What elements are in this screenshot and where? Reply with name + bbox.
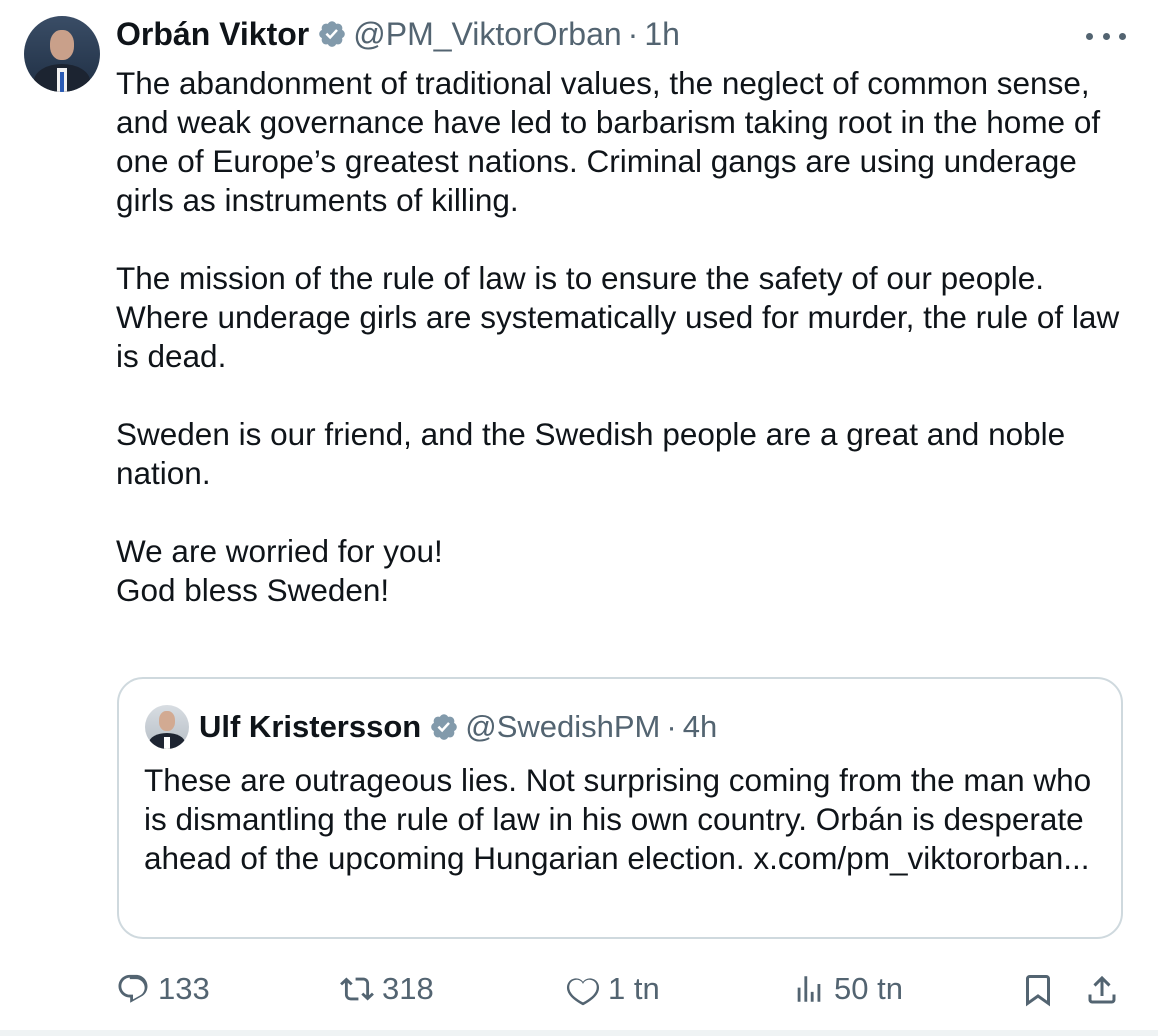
- tweet-text: The abandonment of traditional values, t…: [116, 64, 1126, 610]
- share-button[interactable]: [1084, 972, 1120, 1013]
- tweet-paragraph: The abandonment of traditional values, t…: [116, 65, 1101, 218]
- verified-badge-icon: [319, 21, 346, 47]
- like-count: 1 tn: [608, 971, 660, 1006]
- views-button[interactable]: 50 tn: [792, 964, 903, 1014]
- quote-author-name[interactable]: Ulf Kristersson: [199, 709, 421, 745]
- verified-badge-icon: [431, 714, 458, 740]
- repost-count: 318: [382, 971, 434, 1006]
- tweet[interactable]: Orbán Viktor @PM_ViktorOrban · 1h The ab…: [0, 0, 1158, 1030]
- quote-text: These are outrageous lies. Not surprisin…: [144, 762, 1092, 876]
- author-name[interactable]: Orbán Viktor: [116, 16, 309, 53]
- bookmark-icon: [1026, 975, 1050, 1007]
- separator-dot: ·: [627, 15, 639, 52]
- quote-time[interactable]: 4h: [683, 709, 717, 745]
- quote-author-handle[interactable]: @SwedishPM: [465, 709, 660, 745]
- bottom-divider: [0, 1030, 1158, 1036]
- separator-dot: ·: [666, 709, 677, 744]
- like-button[interactable]: 1 tn: [566, 964, 660, 1014]
- reply-count: 133: [158, 971, 210, 1006]
- tweet-time[interactable]: 1h: [644, 16, 680, 53]
- more-options-icon[interactable]: [1086, 22, 1126, 50]
- tweet-closing-line: God bless Sweden!: [116, 572, 390, 608]
- tweet-closing-line: We are worried for you!: [116, 533, 443, 569]
- reply-button[interactable]: 133: [116, 964, 210, 1014]
- repost-button[interactable]: 318: [340, 964, 434, 1014]
- views-chart-icon: [797, 976, 821, 1002]
- repost-icon: [340, 977, 374, 1001]
- quote-header: Ulf Kristersson @SwedishPM · 4h: [199, 705, 717, 749]
- quote-author-avatar[interactable]: [145, 705, 189, 749]
- quoted-tweet[interactable]: Ulf Kristersson @SwedishPM · 4h These ar…: [117, 677, 1123, 939]
- views-count: 50 tn: [834, 971, 903, 1006]
- author-avatar[interactable]: [24, 16, 100, 92]
- author-handle[interactable]: @PM_ViktorOrban: [353, 16, 621, 53]
- tweet-paragraph: Sweden is our friend, and the Swedish pe…: [116, 416, 1066, 491]
- bookmark-button[interactable]: [1020, 972, 1056, 1013]
- reply-icon: [118, 974, 148, 1003]
- tweet-paragraph: The mission of the rule of law is to ens…: [116, 260, 1120, 374]
- share-icon: [1088, 975, 1116, 1004]
- tweet-header: Orbán Viktor @PM_ViktorOrban · 1h: [116, 14, 680, 54]
- heart-icon: [566, 978, 600, 1006]
- tweet-actions: 133 318 1 tn 50 tn: [0, 964, 1158, 1014]
